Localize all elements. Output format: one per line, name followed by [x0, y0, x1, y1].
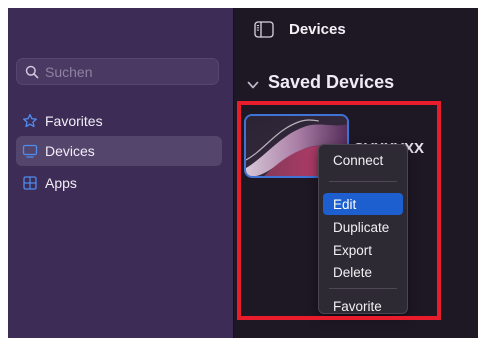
- app-window: Favorites Devices Apps Device: [8, 8, 478, 338]
- context-menu: Connect Edit Duplicate Export Delete Fav…: [318, 144, 408, 314]
- menu-item-edit[interactable]: Edit: [323, 193, 403, 215]
- page-title: Devices: [289, 21, 346, 38]
- sidebar-item-favorites[interactable]: Favorites: [16, 106, 222, 136]
- main-content: Devices Saved Devices Connect Edit Dupli…: [234, 8, 478, 338]
- section-title: Saved Devices: [268, 72, 395, 92]
- sidebar-toggle-icon[interactable]: [254, 21, 274, 38]
- monitor-icon: [22, 144, 38, 158]
- menu-item-duplicate[interactable]: Duplicate: [323, 216, 403, 238]
- menu-separator: [329, 288, 397, 289]
- menu-item-export[interactable]: Export: [323, 239, 403, 261]
- sidebar-item-label: Devices: [45, 143, 95, 159]
- menu-separator: [329, 181, 397, 182]
- menu-item-delete[interactable]: Delete: [323, 261, 403, 283]
- search-icon: [25, 65, 39, 78]
- sidebar-item-label: Favorites: [45, 113, 103, 129]
- menu-item-favorite[interactable]: Favorite: [323, 295, 403, 317]
- sidebar-item-devices[interactable]: Devices: [16, 136, 222, 166]
- search-input[interactable]: [45, 63, 205, 80]
- sidebar-item-label: Apps: [45, 175, 77, 191]
- star-icon: [23, 113, 37, 128]
- sidebar-item-apps[interactable]: Apps: [16, 168, 222, 198]
- sidebar: Favorites Devices Apps: [8, 8, 234, 338]
- apps-grid-icon: [23, 176, 37, 190]
- menu-item-connect[interactable]: Connect: [323, 149, 403, 171]
- chevron-down-icon[interactable]: [246, 78, 260, 92]
- search-field[interactable]: [16, 58, 219, 85]
